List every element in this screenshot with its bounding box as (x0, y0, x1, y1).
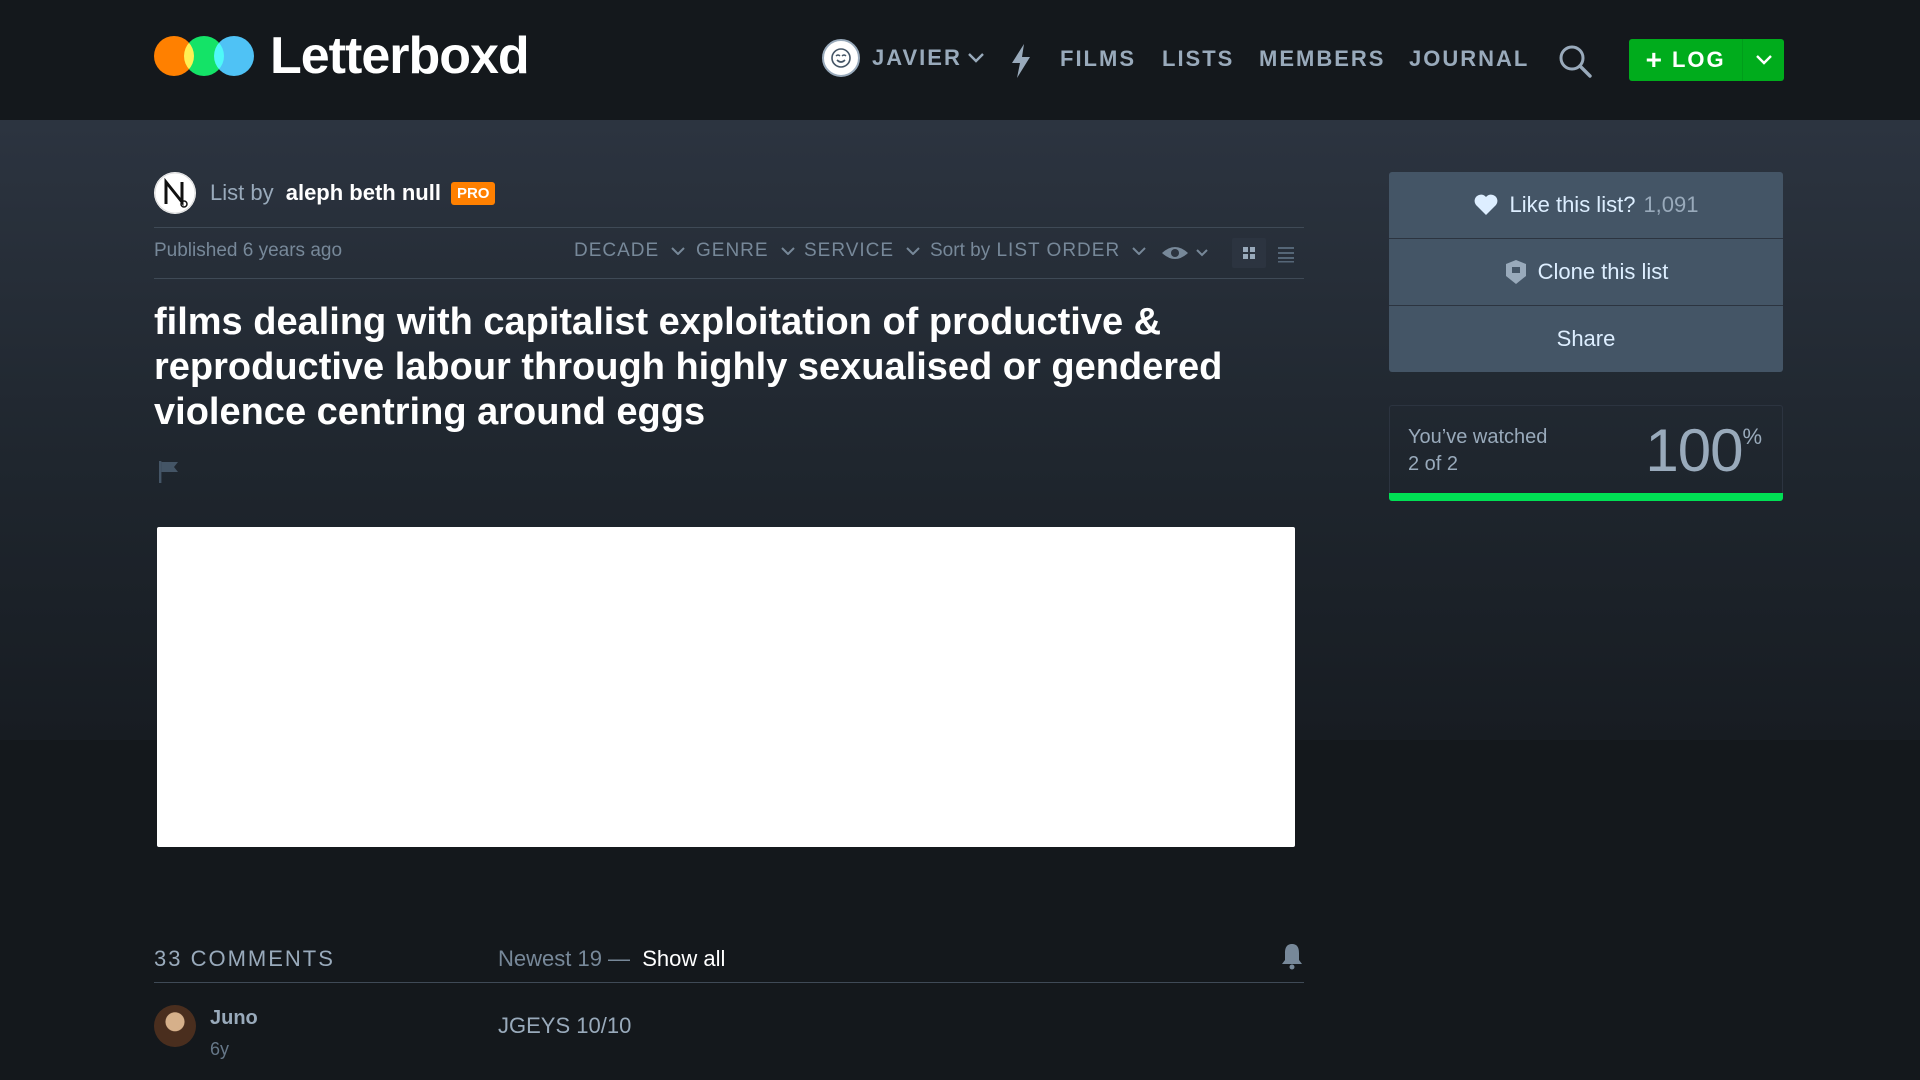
activity-lightning-icon[interactable] (1010, 44, 1032, 78)
log-label: LOG (1671, 47, 1726, 72)
site-header: Letterboxd JAVIER FILMS LISTS MEMBERS JO… (0, 0, 1920, 120)
clone-list-button[interactable]: Clone this list (1389, 239, 1783, 306)
chevron-down-icon (1132, 247, 1147, 255)
filter-service[interactable]: SERVICE (804, 240, 921, 262)
list-meta-row: Published 6 years ago DECADE GENRE SERVI… (154, 228, 1304, 278)
watched-label: You’ve watched (1408, 426, 1548, 448)
log-button[interactable]: + LOG (1629, 39, 1784, 81)
comments-filter: Newest 19 — Show all (498, 946, 726, 971)
share-button[interactable]: Share (1389, 306, 1783, 372)
progress-bar (1389, 493, 1783, 501)
bell-notification-icon[interactable] (1280, 942, 1304, 970)
grid-icon (1243, 247, 1255, 259)
divider (154, 278, 1304, 279)
comment-item: Juno 6y JGEYS 10/10 (154, 1005, 1304, 1075)
user-avatar (822, 39, 860, 77)
user-menu[interactable]: JAVIER (822, 34, 984, 82)
log-dropdown-button[interactable] (1742, 39, 1784, 81)
nav-journal[interactable]: JOURNAL (1409, 46, 1529, 72)
like-list-button[interactable]: Like this list? 1,091 (1389, 172, 1783, 239)
like-count: 1,091 (1643, 192, 1699, 217)
clone-label: Clone this list (1537, 259, 1669, 284)
report-flag-icon[interactable] (158, 460, 180, 484)
eye-visibility-icon[interactable] (1160, 244, 1210, 262)
letterboxd-logo[interactable]: Letterboxd (154, 27, 530, 85)
sort-by-menu[interactable]: Sort by LIST ORDER (930, 240, 1147, 262)
grid-view-button[interactable] (1232, 238, 1266, 268)
face-icon (831, 48, 851, 68)
chevron-down-icon (781, 247, 795, 255)
user-name: JAVIER (872, 45, 962, 70)
list-view-icon[interactable] (1276, 245, 1296, 263)
chevron-down-icon (1755, 55, 1772, 65)
search-icon[interactable] (1558, 44, 1592, 78)
published-date: Published 6 years ago (154, 240, 343, 261)
film-poster-grid (157, 527, 1295, 847)
comment-author[interactable]: Juno (210, 1007, 258, 1030)
comment-avatar[interactable] (154, 1005, 196, 1047)
filter-genre[interactable]: GENRE (696, 240, 795, 262)
watched-progress: You’ve watched 2 of 2 100% (1389, 405, 1783, 501)
log-main-button[interactable]: + LOG (1629, 39, 1742, 81)
clone-icon (1505, 260, 1526, 284)
chevron-down-icon (906, 247, 921, 255)
nav-members[interactable]: MEMBERS (1259, 46, 1385, 72)
owner-avatar[interactable] (154, 172, 196, 214)
like-label: Like this list? (1509, 192, 1636, 217)
nav-lists[interactable]: LISTS (1162, 46, 1234, 72)
watched-percent: 100% (1645, 417, 1762, 484)
list-actions-panel: Like this list? 1,091 Clone this list Sh… (1389, 172, 1783, 372)
chevron-down-icon (671, 247, 686, 255)
watched-count: 2 of 2 (1408, 453, 1459, 475)
filter-decade[interactable]: DECADE (574, 240, 686, 262)
list-owner: List by aleph beth null PRO (154, 172, 496, 214)
owner-avatar-art-icon (154, 172, 196, 214)
owner-name-link[interactable]: aleph beth null (286, 180, 441, 205)
comments-count: 33 COMMENTS (154, 946, 335, 971)
list-by-label: List by (210, 180, 274, 205)
logo-text: Letterboxd (270, 27, 530, 85)
nav-films[interactable]: FILMS (1060, 46, 1136, 72)
comment-text: JGEYS 10/10 (498, 1013, 632, 1038)
heart-icon (1475, 194, 1498, 215)
pro-badge: PRO (450, 181, 496, 205)
list-title: films dealing with capitalist exploitati… (154, 301, 1223, 433)
logo-dots-icon (154, 36, 254, 76)
plus-icon: + (1645, 44, 1664, 75)
divider (154, 982, 1304, 983)
comment-age: 6y (210, 1039, 230, 1059)
comments-header: 33 COMMENTS Newest 19 — Show all (154, 940, 1304, 982)
show-all-comments-link[interactable]: Show all (642, 946, 725, 971)
chevron-down-icon (967, 53, 984, 63)
share-label: Share (1556, 326, 1616, 351)
